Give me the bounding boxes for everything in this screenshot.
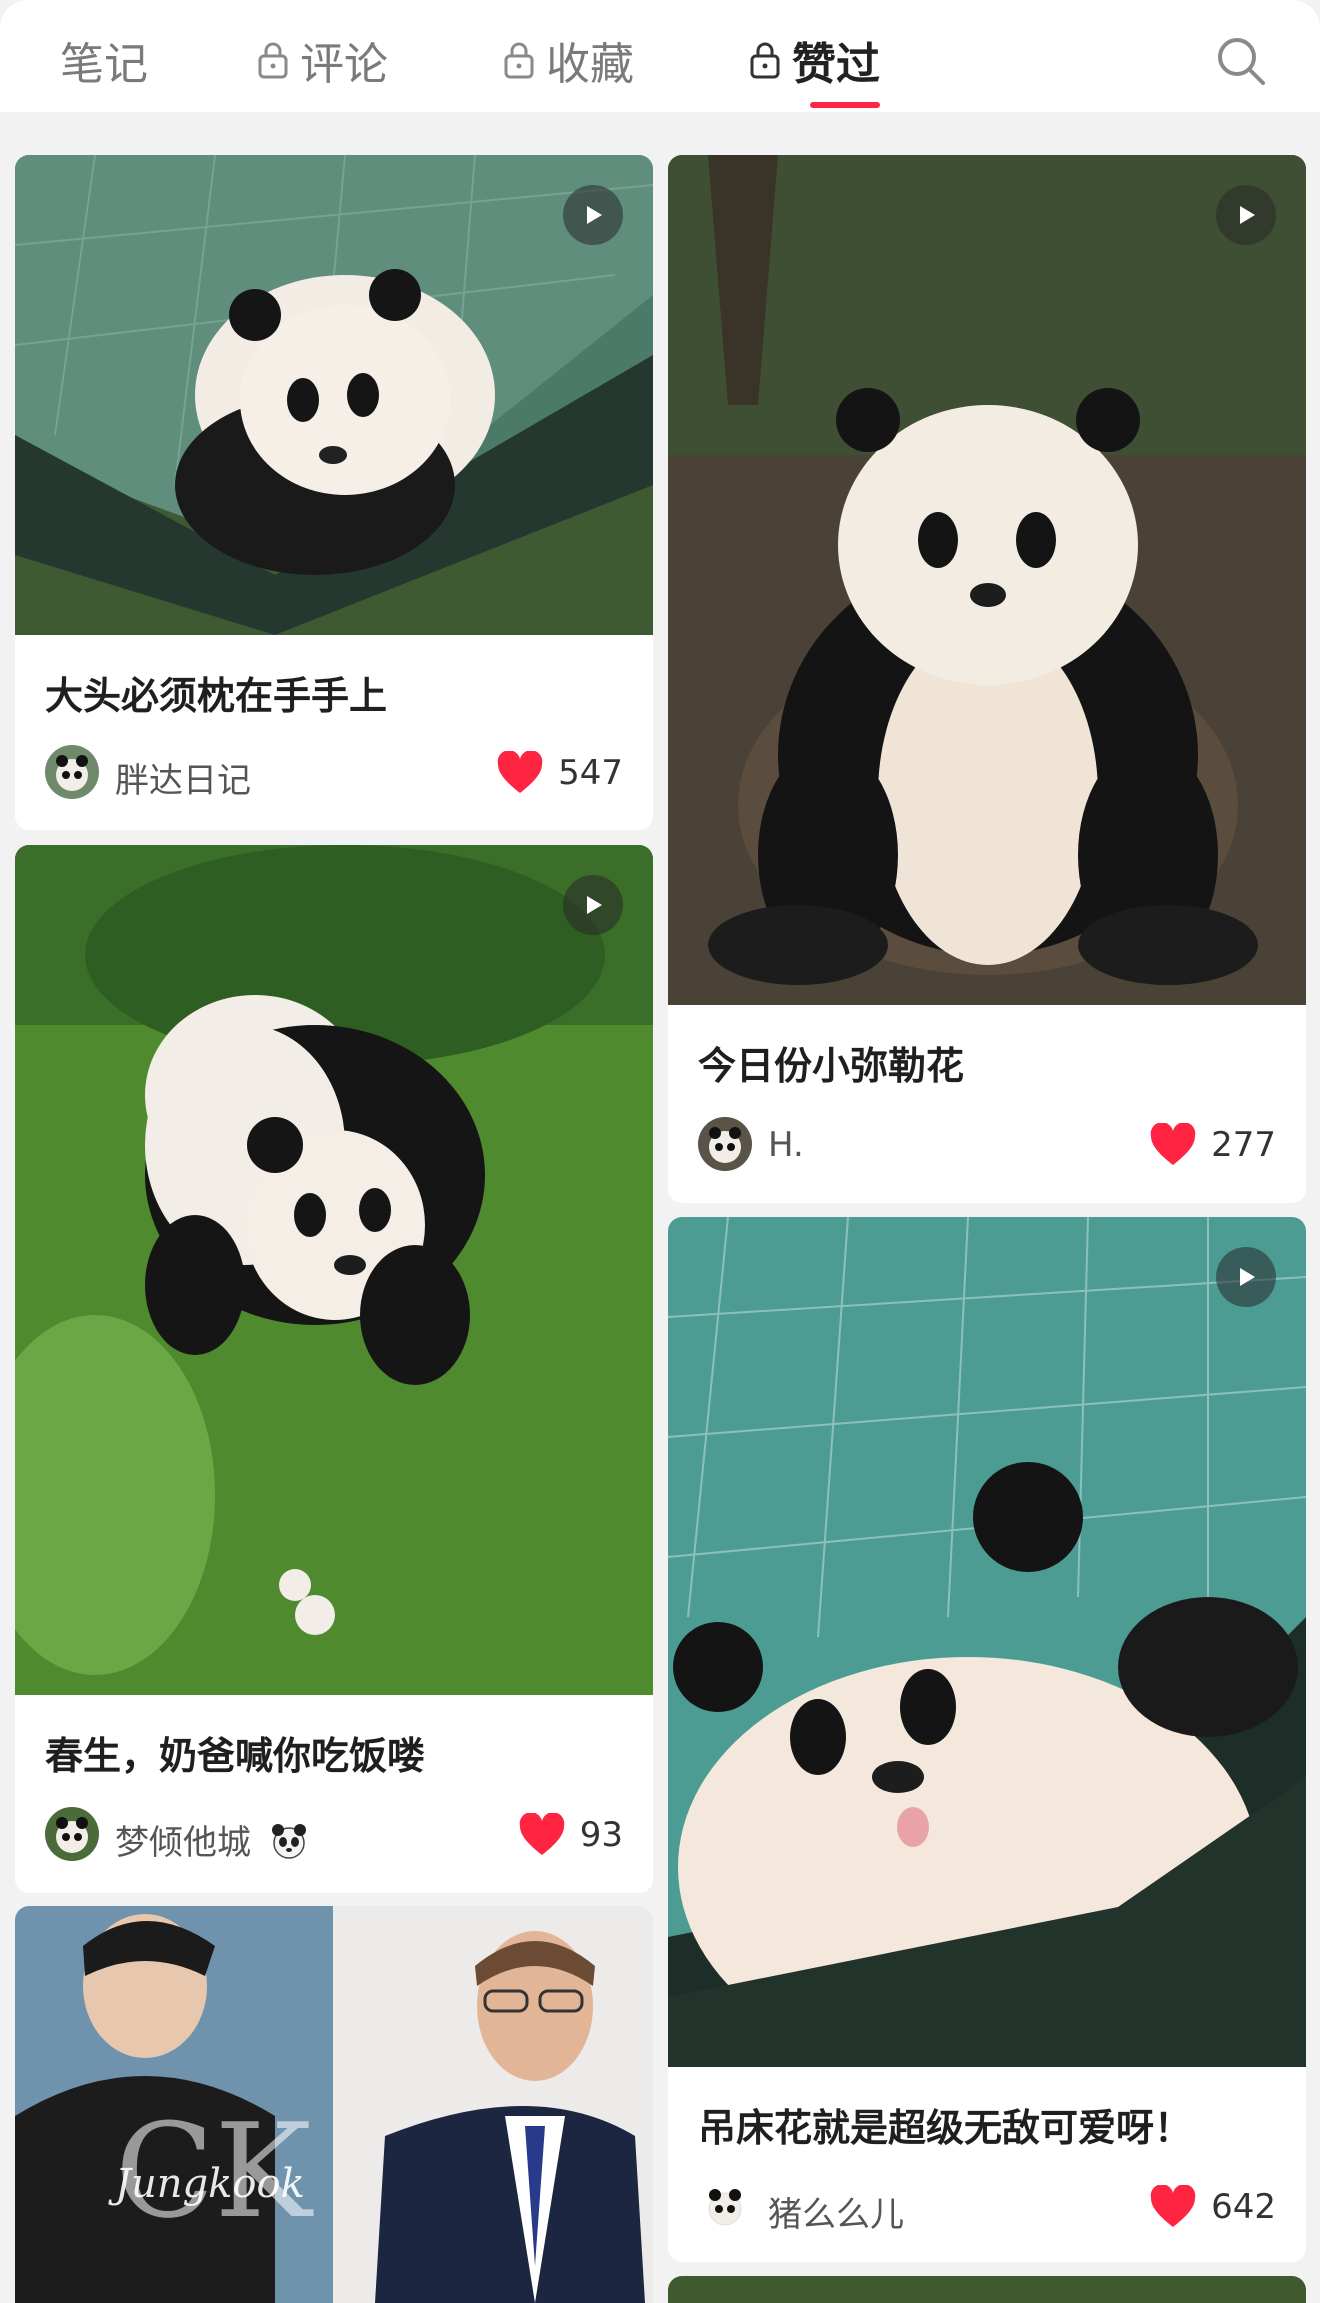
post-card[interactable] [668,2276,1306,2303]
top-tab-bar: 笔记 评论 收藏 赞过 [0,0,1320,112]
post-meta: 胖达日记 547 [45,745,623,801]
post-card[interactable]: 今日份小弥勒花 H. 277 [668,155,1306,1203]
post-cover-image [15,155,653,635]
avatar[interactable] [45,1807,99,1861]
tab-label: 收藏 [546,39,634,90]
like-button[interactable]: 277 [1149,1121,1276,1169]
play-icon [1216,1247,1276,1307]
post-cover-image [668,2276,1306,2303]
lock-icon [258,42,288,79]
lock-icon [504,42,534,79]
tab-notes[interactable]: 笔记 [60,30,148,90]
tab-label: 赞过 [792,39,880,90]
avatar[interactable] [698,2179,752,2233]
post-title: 吊床花就是超级无敌可爱呀！ [698,2106,1193,2150]
post-card[interactable]: CK Jungkook [15,1906,653,2303]
heart-icon [497,751,543,793]
tab-liked[interactable]: 赞过 [748,30,880,90]
tab-comments[interactable]: 评论 [256,30,388,90]
like-count: 547 [558,753,623,793]
like-count: 642 [1211,2187,1276,2227]
heart-icon [1150,2185,1196,2227]
like-button[interactable]: 547 [496,749,623,797]
tab-favorites[interactable]: 收藏 [502,30,634,90]
post-meta: 梦倾他城 93 [45,1807,623,1863]
post-card[interactable]: 大头必须枕在手手上 胖达日记 547 [15,155,653,830]
heart-icon [1150,1123,1196,1165]
tab-label: 笔记 [60,39,148,90]
like-count: 277 [1211,1125,1276,1165]
post-card[interactable]: 吊床花就是超级无敌可爱呀！ 猪么么儿 642 [668,1217,1306,2262]
author-name-text: 梦倾他城 [115,1823,251,1863]
header-divider [0,112,1320,140]
like-count: 93 [579,1815,623,1855]
image-signature-text: Jungkook [115,2161,305,2207]
search-icon[interactable] [1214,34,1268,88]
author-name[interactable]: 胖达日记 [115,753,251,802]
tab-label: 评论 [300,39,388,90]
avatar[interactable] [45,745,99,799]
lock-icon [750,42,780,79]
post-cover-image [15,845,653,1695]
post-title: 春生，奶爸喊你吃饭喽 [45,1734,426,1778]
author-name[interactable]: H. [768,1125,804,1165]
like-button[interactable]: 642 [1149,2183,1276,2231]
post-meta: H. 277 [698,1117,1276,1173]
heart-icon [519,1813,565,1855]
panda-emoji-icon [271,1824,306,1859]
play-icon [563,875,623,935]
post-cover-image [668,155,1306,1005]
like-button[interactable]: 93 [518,1811,623,1859]
post-cover-image [668,1217,1306,2067]
post-title: 今日份小弥勒花 [698,1044,965,1088]
avatar[interactable] [698,1117,752,1171]
play-icon [1216,185,1276,245]
author-name[interactable]: 猪么么儿 [768,2187,904,2236]
post-card[interactable]: 春生，奶爸喊你吃饭喽 梦倾他城 93 [15,845,653,1893]
author-name[interactable]: 梦倾他城 [115,1815,308,1864]
post-title: 大头必须枕在手手上 [45,674,388,718]
post-cover-image: CK [15,1906,653,2303]
post-meta: 猪么么儿 642 [698,2179,1276,2235]
active-tab-indicator [810,102,880,108]
play-icon [563,185,623,245]
